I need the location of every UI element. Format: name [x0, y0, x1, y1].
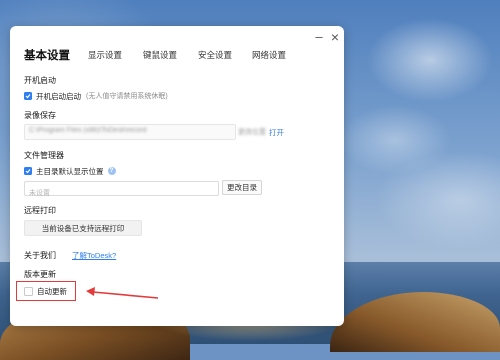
- annotation-arrow-icon: [86, 287, 159, 299]
